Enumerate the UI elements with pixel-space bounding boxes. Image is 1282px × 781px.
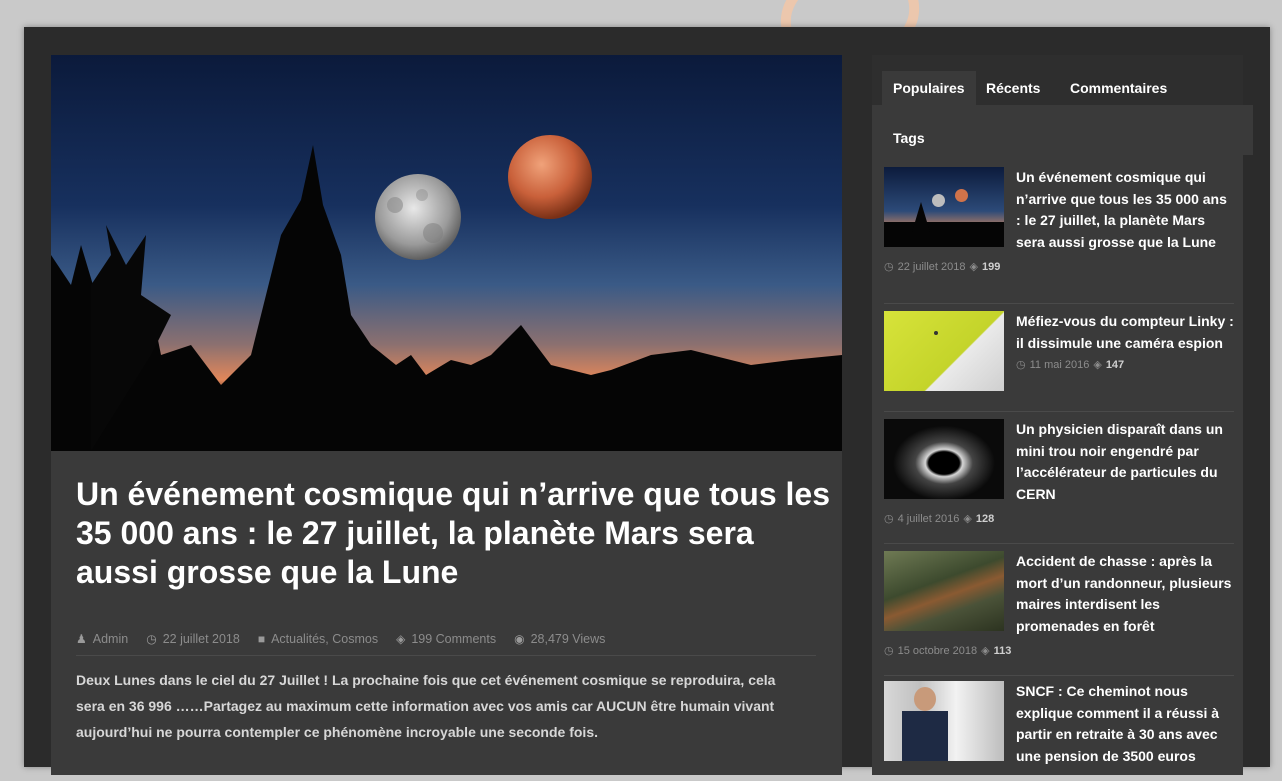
article-categories[interactable]: Actualités, Cosmos: [271, 632, 378, 646]
clock-icon: ◷: [1016, 359, 1026, 371]
post-thumbnail[interactable]: [884, 551, 1004, 631]
post-meta: ◷ 22 juillet 2018 ◈ 199: [884, 257, 1234, 274]
clock-icon: ◷: [146, 632, 157, 646]
article-title[interactable]: Un événement cosmique qui n’arrive que t…: [76, 475, 836, 592]
post-thumbnail[interactable]: [884, 681, 1004, 761]
post-thumbnail[interactable]: [884, 167, 1004, 247]
post-date: 22 juillet 2018: [897, 260, 966, 273]
tab-recents[interactable]: Récents: [975, 71, 1051, 105]
post-thumbnail[interactable]: [884, 419, 1004, 499]
meta-author[interactable]: ♟ Admin: [76, 632, 128, 646]
tab-tags[interactable]: Tags: [872, 105, 1253, 155]
user-icon: ♟: [76, 632, 87, 646]
comments-icon: ◈: [981, 645, 990, 657]
eye-icon: ◉: [514, 632, 525, 646]
list-item[interactable]: Un physicien disparaît dans un mini trou…: [884, 419, 1234, 544]
article-meta: ♟ Admin ◷ 22 juillet 2018 ■ Actualités, …: [76, 629, 816, 656]
sidebar-tabs: Populaires Récents Commentaires Tags: [872, 55, 1253, 155]
post-meta: ◷ 11 mai 2016 ◈ 147: [1016, 358, 1234, 372]
post-date: 15 octobre 2018: [897, 644, 978, 657]
clock-icon: ◷: [884, 513, 894, 525]
comments-icon: ◈: [969, 261, 978, 273]
tab-populaires[interactable]: Populaires: [882, 71, 976, 105]
post-date: 11 mai 2016: [1029, 358, 1090, 371]
post-meta: ◷ 4 juillet 2016 ◈ 128: [884, 509, 1234, 526]
article-excerpt: Deux Lunes dans le ciel du 27 Juillet ! …: [76, 672, 776, 740]
meta-categories[interactable]: ■ Actualités, Cosmos: [258, 632, 378, 646]
clock-icon: ◷: [884, 645, 894, 657]
moon-shape: [375, 174, 461, 260]
comments-icon: ◈: [396, 632, 406, 646]
mars-shape: [508, 135, 592, 219]
list-item[interactable]: Accident de chasse : après la mort d’un …: [884, 551, 1234, 676]
article-views: 28,479 Views: [530, 632, 606, 646]
clock-icon: ◷: [884, 261, 894, 273]
meta-comments[interactable]: ◈ 199 Comments: [396, 632, 496, 646]
sidebar-widget: Populaires Récents Commentaires Tags Un …: [872, 55, 1253, 775]
article-comments[interactable]: 199 Comments: [411, 632, 496, 646]
meta-date: ◷ 22 juillet 2018: [146, 632, 240, 646]
list-item[interactable]: Méfiez-vous du compteur Linky : il dissi…: [884, 311, 1234, 412]
article-date: 22 juillet 2018: [162, 632, 240, 646]
page-frame: Un événement cosmique qui n’arrive que t…: [24, 27, 1270, 775]
folder-icon: ■: [257, 632, 266, 646]
list-item[interactable]: Un événement cosmique qui n’arrive que t…: [884, 167, 1234, 304]
post-meta: ◷ 15 octobre 2018 ◈ 113: [884, 641, 1234, 658]
author-name[interactable]: Admin: [93, 632, 128, 646]
post-comment-count: 113: [993, 644, 1012, 657]
comments-icon: ◈: [963, 513, 972, 525]
tab-commentaires[interactable]: Commentaires: [1059, 71, 1178, 105]
post-comment-count: 199: [981, 260, 1001, 273]
post-thumbnail[interactable]: [884, 311, 1004, 391]
hero-illustration: [51, 135, 842, 451]
post-comment-count: 128: [975, 512, 995, 525]
post-comment-count: 147: [1105, 358, 1125, 371]
main-article: Un événement cosmique qui n’arrive que t…: [51, 55, 842, 775]
post-date: 4 juillet 2016: [897, 512, 960, 525]
meta-views: ◉ 28,479 Views: [514, 632, 605, 646]
list-item[interactable]: SNCF : Ce cheminot nous explique comment…: [884, 681, 1234, 781]
hero-image[interactable]: [51, 55, 842, 451]
comments-icon: ◈: [1093, 359, 1102, 371]
